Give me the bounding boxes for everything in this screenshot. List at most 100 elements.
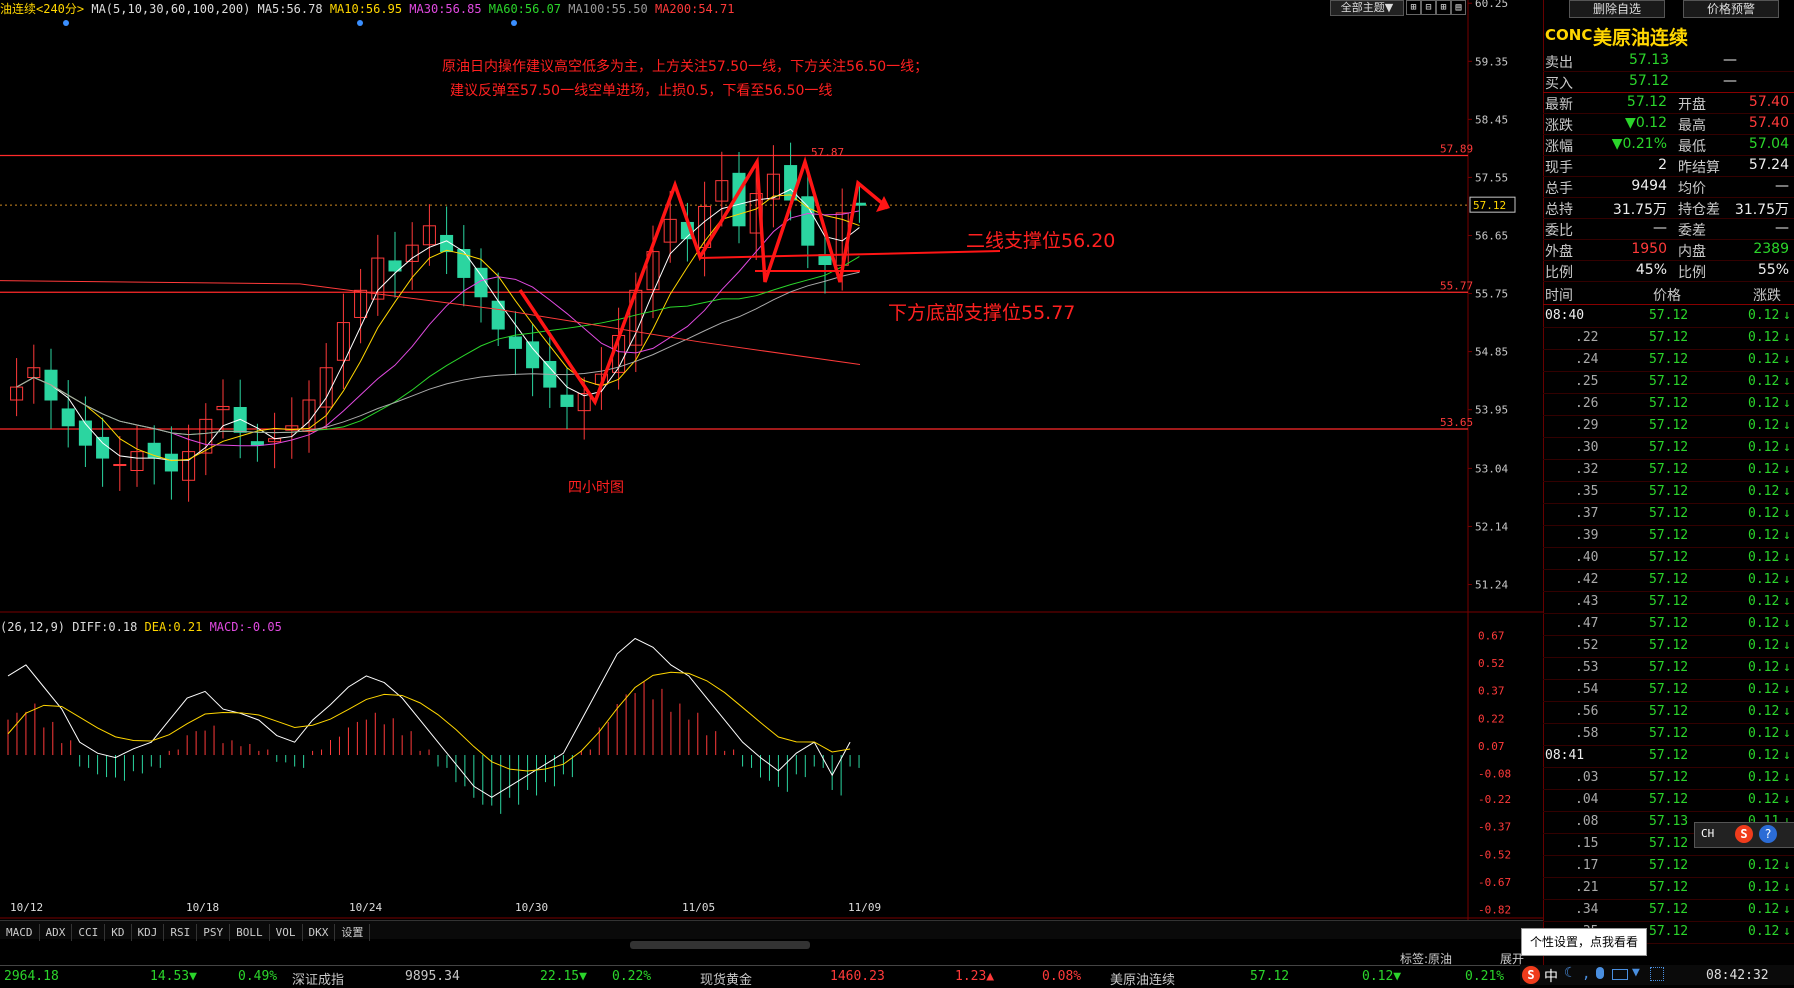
grid-icon[interactable]: ⊞: [1406, 0, 1421, 15]
price-alert-button[interactable]: 价格预警: [1683, 0, 1779, 18]
candle-body: [96, 436, 110, 459]
date-tick-label: 10/24: [349, 901, 382, 914]
tick-row: .40 57.12 0.12 ↓: [1543, 547, 1794, 570]
delete-watchlist-button[interactable]: 删除自选: [1569, 0, 1665, 18]
tick-price: 57.12: [1649, 616, 1689, 631]
settings-icon[interactable]: ▤: [1451, 0, 1466, 15]
grid-tray-icon[interactable]: [1650, 967, 1664, 981]
quote-value: —: [1653, 220, 1667, 236]
tick-row: .22 57.12 0.12 ↓: [1543, 327, 1794, 350]
ticks-header-change: 涨跌: [1753, 288, 1781, 304]
tick-time: .24: [1575, 352, 1599, 367]
candle-body: [491, 300, 505, 330]
sogou-tray-icon[interactable]: S: [1522, 966, 1540, 984]
down-arrow-icon: ↓: [1783, 572, 1791, 587]
tick-row: .04 57.12 0.12 ↓: [1543, 789, 1794, 812]
macd-tick-label: -0.52: [1478, 848, 1511, 861]
ticker-item: 22.15▼: [540, 969, 587, 984]
quote-row: 比例 45% 比例 55%: [1543, 260, 1794, 282]
shirt-icon[interactable]: ▼: [1632, 965, 1640, 980]
macd-tick-label: -0.08: [1478, 767, 1511, 780]
sogou-icon[interactable]: S: [1735, 825, 1753, 843]
indicator-tab[interactable]: MACD: [0, 924, 40, 941]
tick-price: 57.12: [1649, 638, 1689, 653]
indicator-tab[interactable]: VOL: [270, 924, 303, 941]
instrument-code: CONC: [1545, 26, 1593, 44]
indicator-tab[interactable]: 设置: [335, 924, 371, 941]
tick-price: 57.12: [1649, 902, 1689, 917]
help-icon[interactable]: ?: [1759, 825, 1777, 843]
quote-label: 总持: [1545, 202, 1573, 218]
tick-time: 08:40: [1545, 308, 1585, 323]
marker-dot-icon: [63, 20, 69, 26]
candle-body: [250, 441, 264, 446]
tick-time: .58: [1575, 726, 1599, 741]
instrument-title: 美原油连续: [1593, 27, 1689, 49]
support-label-1: 二线支撑位56.20: [966, 230, 1116, 252]
indicator-tab[interactable]: KDJ: [132, 924, 165, 941]
tick-time: .47: [1575, 616, 1599, 631]
sell-price: 57.13: [1629, 52, 1670, 68]
ime-toolbar[interactable]: CH S ?: [1694, 822, 1794, 848]
tick-time: .08: [1575, 814, 1599, 829]
zoom-in-icon[interactable]: ⊞: [1436, 0, 1451, 15]
buy-volume: —: [1723, 73, 1737, 89]
scroll-handle[interactable]: [630, 941, 810, 949]
tick-row: .58 57.12 0.12 ↓: [1543, 723, 1794, 746]
indicator-tab[interactable]: BOLL: [230, 924, 270, 941]
ime-language[interactable]: CH: [1701, 827, 1714, 840]
marker-dot-icon: [511, 20, 517, 26]
level-label: 53.65: [1440, 416, 1473, 429]
keyboard-icon[interactable]: [1612, 969, 1628, 980]
system-tray: S 中 ☾ , ▼ 08:42:32: [1520, 965, 1794, 985]
mic-icon[interactable]: [1596, 967, 1604, 979]
down-arrow-icon: ↓: [1783, 484, 1791, 499]
quote-value: 1950: [1631, 241, 1667, 257]
tick-time: .37: [1575, 506, 1599, 521]
ticker-item: 美原油连续: [1110, 973, 1176, 988]
candle-body: [526, 341, 540, 369]
indicator-tab[interactable]: CCI: [72, 924, 106, 941]
indicator-tab[interactable]: DKX: [303, 924, 336, 941]
ma5-value: MA5:56.78: [257, 2, 323, 16]
indicator-tab[interactable]: ADX: [40, 924, 73, 941]
price-tick-label: 55.75: [1475, 288, 1508, 301]
tick-time: .40: [1575, 550, 1599, 565]
ime-mode-icon[interactable]: 中: [1544, 966, 1558, 986]
down-arrow-icon: ↓: [1783, 858, 1791, 873]
tick-change: 0.12: [1748, 572, 1780, 587]
indicator-tab[interactable]: KD: [105, 924, 132, 941]
tick-time: .52: [1575, 638, 1599, 653]
window-controls[interactable]: ⊞ ⊟ ⊞ ▤: [1406, 0, 1468, 15]
price-tick-label: 53.04: [1475, 462, 1508, 475]
tick-time: .39: [1575, 528, 1599, 543]
price-tick-label: 58.45: [1475, 113, 1508, 126]
tick-price: 57.12: [1649, 506, 1689, 521]
indicator-tab[interactable]: RSI: [164, 924, 198, 941]
tick-row: .54 57.12 0.12 ↓: [1543, 679, 1794, 702]
indicator-tab[interactable]: PSY: [197, 924, 231, 941]
candle-body: [474, 267, 488, 298]
settings-tooltip[interactable]: 个性设置，点我看看: [1521, 928, 1647, 956]
tick-price: 57.12: [1649, 572, 1689, 587]
down-arrow-icon: ↓: [1783, 352, 1791, 367]
ma30-value: MA30:56.85: [409, 2, 482, 16]
tick-time: .04: [1575, 792, 1599, 807]
tick-price: 57.12: [1649, 682, 1689, 697]
quote-value: ▼0.21%: [1611, 136, 1667, 152]
ma10-value: MA10:56.95: [329, 2, 403, 16]
theme-selector[interactable]: 全部主题▼: [1330, 0, 1404, 16]
tick-change: 0.12: [1748, 792, 1780, 807]
zoom-out-icon[interactable]: ⊟: [1421, 0, 1436, 15]
down-arrow-icon: ↓: [1783, 418, 1791, 433]
punct-icon[interactable]: ,: [1582, 966, 1590, 982]
moon-icon[interactable]: ☾: [1564, 965, 1572, 981]
macd-params: (26,12,9): [0, 620, 66, 634]
tick-time: .03: [1575, 770, 1599, 785]
ticker-item: 2964.18: [4, 969, 59, 984]
ticker-item: 57.12: [1250, 969, 1290, 984]
chart-area[interactable]: 60.25 59.35 58.45 57.55 56.65 55.75 54.85 53.95…: [0, 0, 1543, 920]
tick-time: .53: [1575, 660, 1599, 675]
tick-time: .17: [1575, 858, 1599, 873]
ticker-item: 深证成指: [292, 973, 345, 988]
